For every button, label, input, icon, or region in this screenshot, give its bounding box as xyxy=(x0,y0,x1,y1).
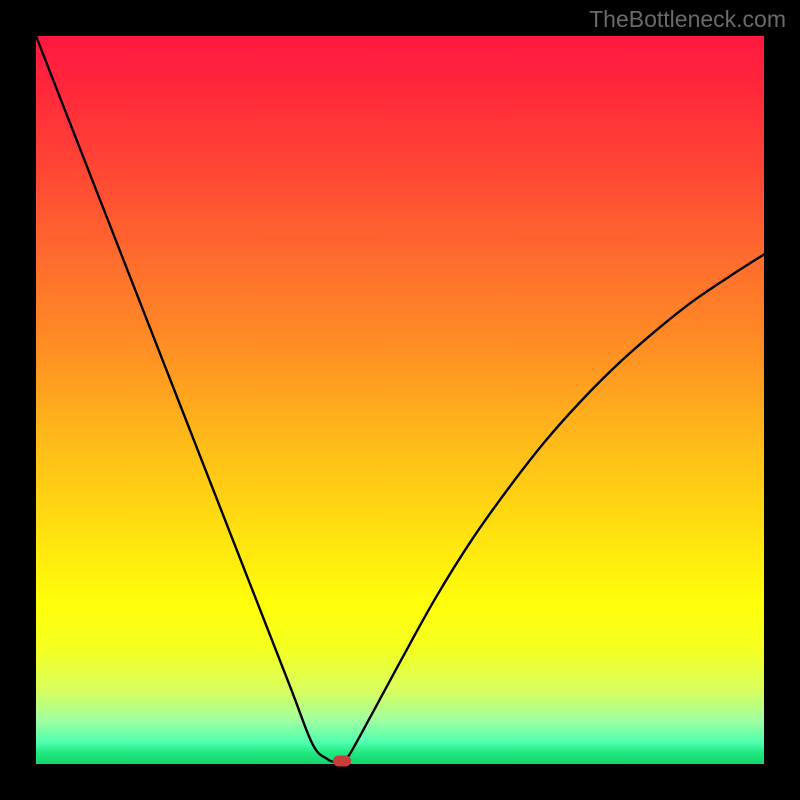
chart-background-gradient xyxy=(36,36,764,764)
optimal-point-marker xyxy=(333,756,351,767)
watermark-text: TheBottleneck.com xyxy=(589,6,786,33)
chart-plot-area xyxy=(36,36,764,764)
